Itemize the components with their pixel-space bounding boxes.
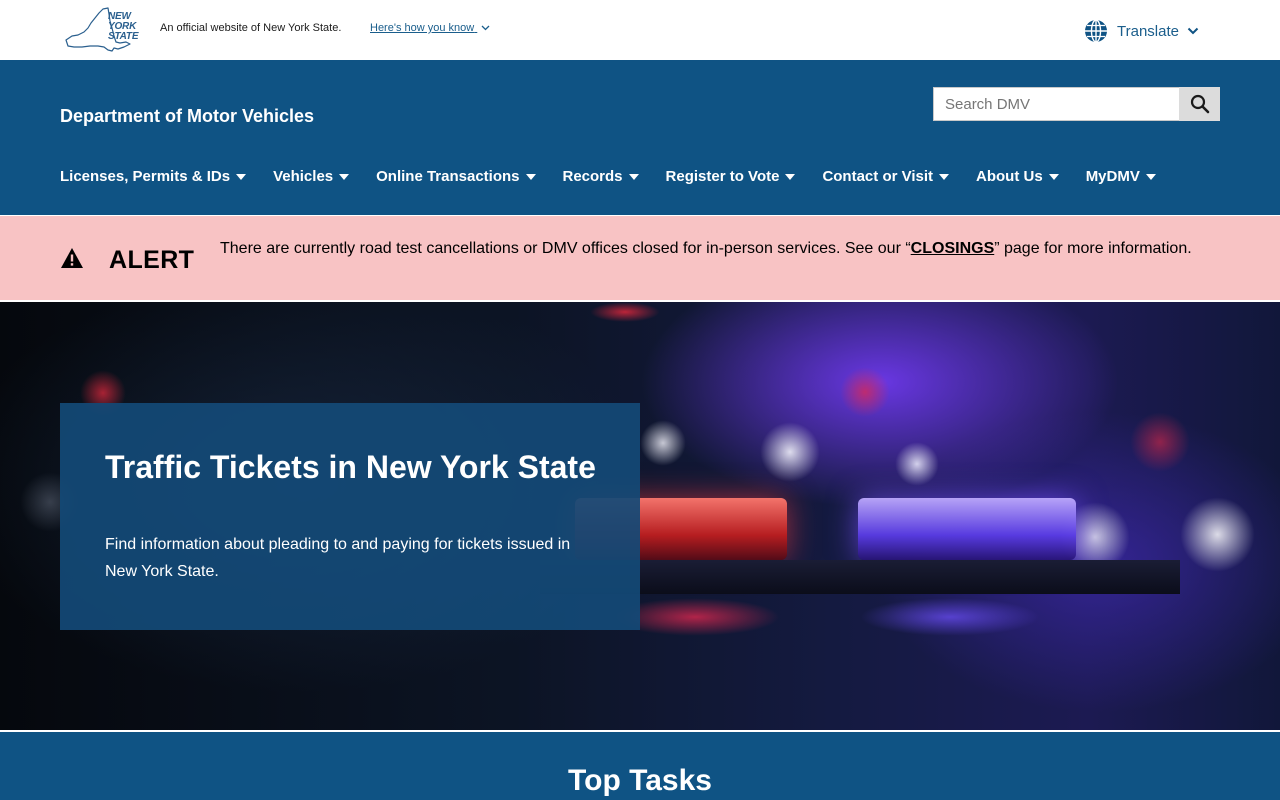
site-header: Department of Motor Vehicles Licenses, P…	[0, 60, 1280, 215]
nav-item-label: Online Transactions	[376, 168, 520, 185]
blue-reflection	[860, 598, 1040, 636]
nav-item-label: MyDMV	[1085, 168, 1140, 185]
bokeh-light	[760, 422, 820, 482]
caret-down-icon	[1048, 174, 1059, 180]
nav-item-mydmv[interactable]: MyDMV	[1086, 168, 1156, 185]
warning-triangle-icon	[61, 248, 83, 268]
ny-state-logo[interactable]: NEW YORK STATE	[64, 6, 144, 54]
alert-banner: ALERT There are currently road test canc…	[0, 215, 1280, 302]
bokeh-light	[1180, 497, 1255, 572]
caret-down-icon	[339, 174, 350, 180]
nav-item-licenses-permits-ids[interactable]: Licenses, Permits & IDs	[60, 168, 247, 185]
nav-item-label: Register to Vote	[665, 168, 780, 185]
alert-title: ALERT	[109, 246, 195, 274]
chevron-down-icon	[1187, 27, 1199, 35]
top-tasks-heading: Top Tasks	[568, 764, 712, 797]
logo-word-3: STATE	[108, 31, 139, 42]
official-website-text: An official website of New York State.	[160, 22, 342, 34]
chevron-down-icon	[481, 25, 490, 31]
bokeh-light	[590, 302, 660, 322]
nav-item-register-to-vote[interactable]: Register to Vote	[666, 168, 796, 185]
main-nav: Licenses, Permits & IDs Vehicles Online …	[60, 168, 1156, 185]
caret-down-icon	[785, 174, 796, 180]
search-button[interactable]	[1179, 87, 1220, 121]
official-site-banner: NEW YORK STATE An official website of Ne…	[0, 0, 1280, 60]
blue-light-bar	[858, 498, 1076, 560]
bokeh-light	[840, 367, 890, 417]
nav-item-label: Records	[562, 168, 623, 185]
caret-down-icon	[939, 174, 950, 180]
caret-down-icon	[1145, 174, 1156, 180]
alert-message-text-end: ” page for more information.	[994, 240, 1192, 257]
top-tasks-section: Top Tasks	[0, 730, 1280, 800]
nav-item-label: About Us	[976, 168, 1043, 185]
nav-item-label: Vehicles	[273, 168, 334, 185]
heres-how-you-know-link[interactable]: Here's how you know	[370, 22, 490, 34]
agency-name-link[interactable]: Department of Motor Vehicles	[60, 106, 314, 127]
nav-item-label: Licenses, Permits & IDs	[60, 168, 231, 185]
nav-item-vehicles[interactable]: Vehicles	[273, 168, 350, 185]
alert-message-text: There are currently road test cancellati…	[220, 240, 911, 257]
bokeh-light	[1130, 412, 1190, 472]
nav-item-label: Contact or Visit	[822, 168, 934, 185]
nav-item-contact-or-visit[interactable]: Contact or Visit	[822, 168, 950, 185]
bokeh-light	[640, 420, 686, 466]
closings-link[interactable]: CLOSINGS	[911, 240, 995, 257]
translate-button[interactable]: Translate	[1084, 18, 1199, 44]
search-icon	[1190, 94, 1209, 114]
heres-how-you-know-label: Here's how you know	[370, 22, 475, 34]
alert-message: There are currently road test cancellati…	[220, 235, 1230, 262]
nav-item-online-transactions[interactable]: Online Transactions	[376, 168, 536, 185]
bokeh-light	[895, 442, 939, 486]
translate-label: Translate	[1117, 22, 1179, 40]
search-input[interactable]	[933, 87, 1179, 121]
caret-down-icon	[628, 174, 639, 180]
nav-item-about-us[interactable]: About Us	[976, 168, 1059, 185]
hero-banner: Traffic Tickets in New York State Find i…	[0, 302, 1280, 730]
caret-down-icon	[236, 174, 247, 180]
hero-subtitle: Find information about pleading to and p…	[105, 536, 571, 580]
nav-item-records[interactable]: Records	[563, 168, 639, 185]
search-form	[933, 87, 1220, 121]
hero-title[interactable]: Traffic Tickets in New York State	[105, 449, 605, 485]
hero-card: Traffic Tickets in New York State Find i…	[60, 403, 640, 630]
caret-down-icon	[525, 174, 536, 180]
globe-icon	[1085, 19, 1107, 43]
